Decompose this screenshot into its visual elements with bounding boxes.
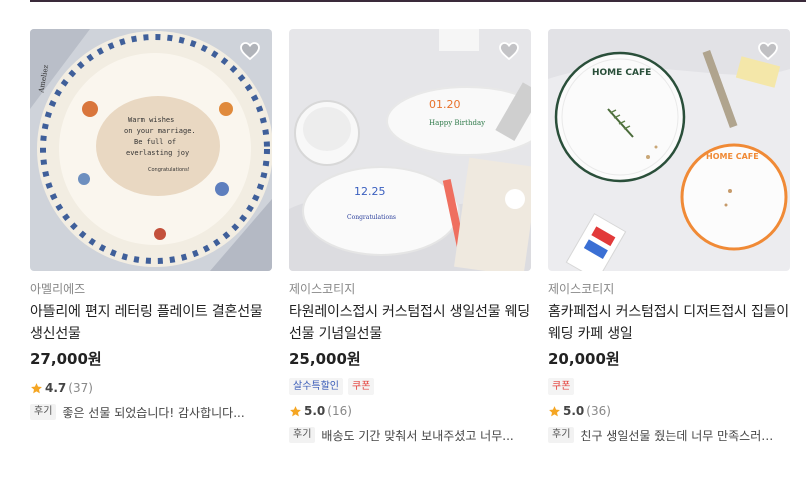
rating-row: 5.0 (36) [548,404,790,418]
product-image[interactable]: 01.20 Happy Birthday 12.25 Congratulatio… [289,29,531,271]
coupon-badge: 쿠폰 [548,378,575,395]
plate-line-1: Warm wishes [128,116,174,124]
product-photo: 01.20 Happy Birthday 12.25 Congratulatio… [289,29,531,271]
product-price: 27,000원 [30,350,102,368]
plate-line-4: everlasting joy [126,149,189,157]
rating-row: 5.0 (16) [289,404,531,418]
review-text: 친구 생일선물 줬는데 너무 만족스러워요 [580,428,781,443]
star-icon [290,405,301,416]
product-image[interactable]: HOME CAFE HOME CAFE [548,29,790,271]
discount-badge: 살수특할인 [289,378,343,395]
plate2-date: 12.25 [354,185,386,198]
rating-score: 4.7 [45,381,67,395]
plate1-date: 01.20 [429,98,461,111]
top-divider [30,0,806,2]
star-icon [549,405,560,416]
badge-row: 살수특할인 쿠폰 [289,378,531,395]
heart-outline-icon[interactable] [238,39,262,63]
review-snippet[interactable]: 후기 친구 생일선물 줬는데 너무 만족스러워요 [548,426,790,444]
plate-line-5: Congratulations! [148,167,190,173]
product-grid: Warm wishes on your marriage. Be full of… [30,29,806,483]
heart-outline-icon[interactable] [497,39,521,63]
review-snippet[interactable]: 후기 배송도 기간 맞춰서 보내주셨고 너무... [289,426,531,444]
product-card[interactable]: HOME CAFE HOME CAFE 제이스코티지 홈카페접시 커스텀접시 디… [548,29,790,444]
rating-row: 4.7 (37) [30,381,272,395]
coupon-badge: 쿠폰 [348,378,375,395]
review-count: (37) [68,381,93,395]
plate-line-2: on your marriage. [124,127,196,135]
review-tag: 후기 [548,427,575,443]
product-photo: HOME CAFE HOME CAFE [548,29,790,271]
product-title[interactable]: 타원레이스접시 커스텀접시 생일선물 웨딩선물 기념일선물 [289,301,531,345]
badge-row: 쿠폰 [548,378,790,395]
product-image[interactable]: Warm wishes on your marriage. Be full of… [30,29,272,271]
review-tag: 후기 [289,427,316,443]
plate-line-3: Be full of [134,138,176,146]
review-count: (36) [586,404,611,418]
product-card[interactable]: Warm wishes on your marriage. Be full of… [30,29,272,421]
product-card[interactable]: 01.20 Happy Birthday 12.25 Congratulatio… [289,29,531,444]
review-text: 배송도 기간 맞춰서 보내주셨고 너무... [321,428,514,443]
review-tag: 후기 [30,404,57,420]
review-text: 좋은 선물 되었습니다! 감사합니다... [62,405,245,420]
shop-name[interactable]: 아멜리에즈 [30,282,272,297]
rating-score: 5.0 [563,404,585,418]
shop-name[interactable]: 제이스코티지 [548,282,790,297]
product-title[interactable]: 아뜰리에 편지 레터링 플레이트 결혼선물 생신선물 [30,301,272,345]
plate1-label: HOME CAFE [592,68,651,78]
plate1-message: Happy Birthday [429,119,485,127]
plate2-label: HOME CAFE [706,152,759,161]
review-snippet[interactable]: 후기 좋은 선물 되었습니다! 감사합니다... [30,403,272,421]
review-count: (16) [327,404,352,418]
star-icon [31,382,42,393]
rating-score: 5.0 [304,404,326,418]
product-title[interactable]: 홈카페접시 커스텀접시 디저트접시 집들이 웨딩 카페 생일 [548,301,790,345]
product-photo: Warm wishes on your marriage. Be full of… [30,29,272,271]
heart-outline-icon[interactable] [756,39,780,63]
product-price: 25,000원 [289,350,361,368]
plate2-message: Congratulations [347,214,396,221]
product-price: 20,000원 [548,350,620,368]
shop-name[interactable]: 제이스코티지 [289,282,531,297]
